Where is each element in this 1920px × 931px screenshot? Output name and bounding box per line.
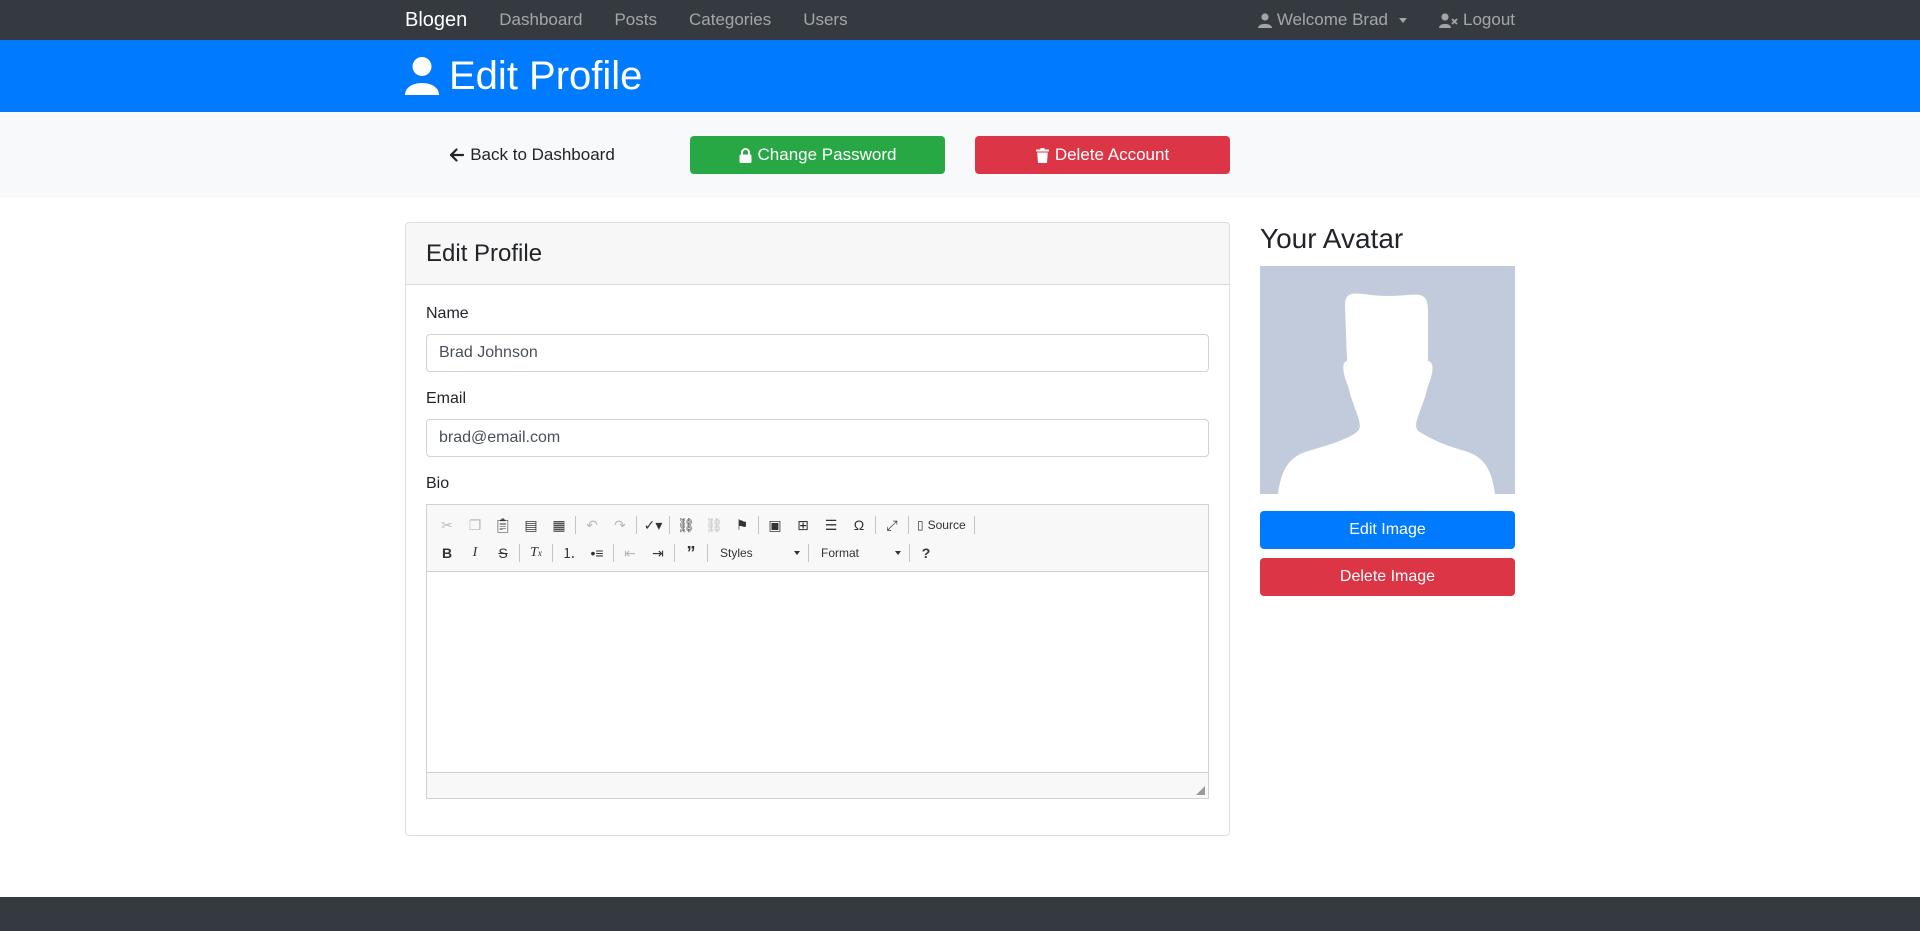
styles-label: Styles [720, 546, 753, 560]
copy-icon[interactable]: ❐ [461, 512, 489, 538]
source-label: Source [927, 518, 966, 532]
bulleted-list-icon[interactable]: •≡ [583, 540, 611, 566]
avatar-title: Your Avatar [1260, 223, 1404, 254]
trash-icon [1035, 147, 1049, 163]
email-field[interactable]: brad@email.com [426, 419, 1209, 457]
bio-label: Bio [426, 475, 450, 492]
table-icon[interactable]: ⊞ [789, 512, 817, 538]
user-icon [1257, 12, 1272, 28]
help-icon[interactable]: ? [912, 540, 940, 566]
edit-profile-card: Edit Profile Name Brad Johnson Email bra… [405, 222, 1230, 836]
change-password-button[interactable]: Change Password [690, 136, 945, 174]
nav-link-dashboard[interactable]: Dashboard [499, 10, 582, 30]
change-password-label: Change Password [757, 145, 897, 164]
outdent-icon[interactable]: ⇤ [616, 540, 644, 566]
edit-image-button[interactable]: Edit Image [1260, 511, 1515, 549]
card-body: Name Brad Johnson Email brad@email.com B… [406, 285, 1229, 835]
brand-logo[interactable]: Blogen [405, 9, 467, 32]
chevron-down-icon [1399, 17, 1407, 23]
anchor-flag-icon[interactable]: ⚑ [728, 512, 756, 538]
nav-link-users[interactable]: Users [803, 10, 847, 30]
name-field[interactable]: Brad Johnson [426, 334, 1209, 372]
actions-bar: Back to Dashboard Change Password Delete… [0, 112, 1920, 198]
bold-icon[interactable]: B [433, 540, 461, 566]
horizontal-rule-icon[interactable]: ☰ [817, 512, 845, 538]
format-label: Format [821, 546, 860, 560]
strikethrough-icon[interactable]: S [489, 540, 517, 566]
redo-icon[interactable]: ↷ [606, 512, 634, 538]
delete-account-button[interactable]: Delete Account [975, 136, 1230, 174]
top-navbar: Blogen Dashboard Posts Categories Users … [0, 0, 1920, 40]
card-header: Edit Profile [406, 223, 1229, 285]
maximize-icon[interactable]: ⤢ [878, 512, 906, 538]
lock-icon [739, 147, 752, 163]
source-button[interactable]: ▯ Source [911, 512, 972, 538]
image-icon[interactable]: ▣ [761, 512, 789, 538]
special-char-icon[interactable]: Ω [845, 512, 873, 538]
chevron-down-icon [895, 551, 901, 555]
paste-word-icon[interactable]: ▦ [545, 512, 573, 538]
logout-link[interactable]: Logout [1439, 10, 1515, 30]
navbar-right: Welcome Brad Logout [1226, 10, 1515, 30]
nav-link-posts[interactable]: Posts [614, 10, 657, 30]
editor-bottom-bar [427, 772, 1208, 798]
card-title: Edit Profile [426, 239, 543, 267]
delete-account-label: Delete Account [1054, 145, 1170, 164]
editor-toolbar: ✂ ❐ 📋︎ ▤ ▦ ↶ ↷ ✓▾ ⛓ ⛓ ⚑ ▣ ⊞ ☰ Ω ⤢ ▯ Sour… [427, 505, 1208, 572]
delete-image-button[interactable]: Delete Image [1260, 558, 1515, 596]
page-title-text: Edit Profile [449, 53, 643, 98]
source-icon: ▯ [917, 518, 924, 532]
editor-content-area[interactable] [427, 572, 1208, 772]
unlink-icon[interactable]: ⛓ [700, 512, 728, 538]
back-label: Back to Dashboard [470, 145, 615, 164]
undo-icon[interactable]: ↶ [578, 512, 606, 538]
chevron-down-icon [794, 551, 800, 555]
bio-rich-text-editor: ✂ ❐ 📋︎ ▤ ▦ ↶ ↷ ✓▾ ⛓ ⛓ ⚑ ▣ ⊞ ☰ Ω ⤢ ▯ Sour… [426, 504, 1209, 799]
blockquote-icon[interactable]: ” [677, 540, 705, 566]
italic-icon[interactable]: I [461, 540, 489, 566]
user-icon [405, 57, 439, 95]
page-footer [0, 897, 1920, 931]
welcome-label: Welcome Brad [1276, 10, 1388, 29]
avatar-image [1260, 266, 1515, 494]
paste-text-icon[interactable]: ▤ [517, 512, 545, 538]
resize-handle-icon[interactable] [1196, 786, 1205, 795]
avatar-silhouette-icon [1278, 293, 1495, 494]
main-content: Edit Profile Name Brad Johnson Email bra… [0, 198, 1920, 836]
name-label: Name [426, 305, 469, 322]
toolbar-row-2: B I S Tx ⒈ •≡ ⇤ ⇥ ” Styles Format ? [433, 539, 1202, 567]
page-header: Edit Profile [0, 40, 1920, 112]
email-label: Email [426, 390, 467, 407]
user-times-icon [1439, 12, 1458, 28]
indent-icon[interactable]: ⇥ [644, 540, 672, 566]
nav-link-categories[interactable]: Categories [689, 10, 771, 30]
page-title: Edit Profile [405, 54, 642, 99]
numbered-list-icon[interactable]: ⒈ [555, 540, 583, 566]
logout-label: Logout [1463, 10, 1515, 29]
back-to-dashboard-button[interactable]: Back to Dashboard [405, 136, 660, 174]
cut-icon[interactable]: ✂ [433, 512, 461, 538]
toolbar-row-1: ✂ ❐ 📋︎ ▤ ▦ ↶ ↷ ✓▾ ⛓ ⛓ ⚑ ▣ ⊞ ☰ Ω ⤢ ▯ Sour… [433, 511, 1202, 539]
format-dropdown[interactable]: Format [811, 540, 907, 566]
spellcheck-icon[interactable]: ✓▾ [639, 512, 667, 538]
remove-format-icon[interactable]: Tx [522, 540, 550, 566]
styles-dropdown[interactable]: Styles [710, 540, 806, 566]
user-dropdown[interactable]: Welcome Brad [1257, 10, 1407, 30]
avatar-sidebar: Your Avatar Edit Image Delete Image [1260, 222, 1515, 836]
arrow-left-icon [450, 148, 465, 162]
paste-icon[interactable]: 📋︎ [489, 512, 517, 538]
link-icon[interactable]: ⛓ [672, 512, 700, 538]
